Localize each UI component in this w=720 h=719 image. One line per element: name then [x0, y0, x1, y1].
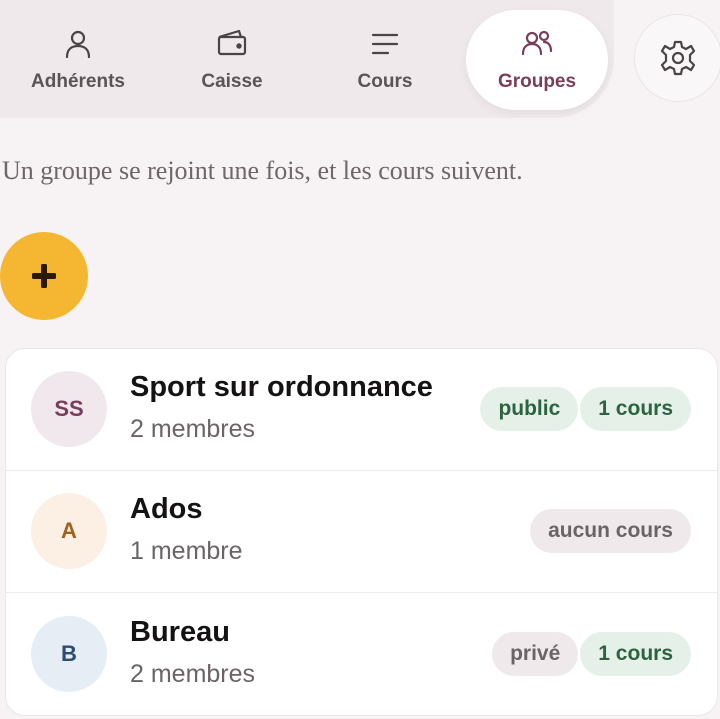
tab-caisse[interactable]: Caisse — [157, 10, 307, 110]
group-name: Bureau — [130, 616, 230, 648]
group-row[interactable]: B Bureau 2 membres privé 1 cours — [6, 594, 717, 715]
group-badges: public 1 cours — [480, 387, 691, 431]
group-name: Sport sur ordonnance — [130, 371, 433, 403]
courses-badge: 1 cours — [580, 632, 691, 676]
tab-label: Cours — [357, 71, 413, 92]
visibility-badge: public — [480, 387, 579, 431]
group-avatar: A — [31, 493, 107, 569]
groups-list: SS Sport sur ordonnance 2 membres public… — [5, 348, 718, 716]
group-row[interactable]: SS Sport sur ordonnance 2 membres public… — [6, 349, 717, 471]
group-avatar: SS — [31, 371, 107, 447]
courses-badge: aucun cours — [530, 509, 691, 553]
page-intro: Un groupe se rejoint une fois, et les co… — [2, 156, 523, 185]
users-icon — [521, 30, 553, 56]
group-badges: privé 1 cours — [492, 632, 691, 676]
group-members-count: 2 membres — [130, 660, 256, 688]
tab-adherents[interactable]: Adhérents — [3, 10, 153, 110]
visibility-badge: privé — [492, 632, 579, 676]
tab-label: Caisse — [201, 71, 263, 92]
tab-label: Groupes — [497, 71, 577, 92]
group-badges: aucun cours — [530, 509, 691, 553]
group-name: Ados — [130, 493, 203, 525]
plus-icon — [32, 264, 56, 288]
group-row[interactable]: A Ados 1 membre aucun cours — [6, 471, 717, 593]
user-icon — [65, 30, 91, 59]
tab-cours[interactable]: Cours — [310, 10, 460, 110]
settings-button[interactable] — [634, 14, 720, 102]
group-members-count: 1 membre — [130, 537, 243, 565]
tab-groupes[interactable]: Groupes — [466, 10, 608, 110]
wallet-icon — [217, 29, 247, 56]
tab-label: Adhérents — [31, 71, 125, 92]
gear-icon — [660, 40, 696, 76]
courses-badge: 1 cours — [580, 387, 691, 431]
group-members-count: 2 membres — [130, 415, 256, 443]
top-navigation: Adhérents Caisse Cours Groupes — [0, 0, 614, 118]
add-group-button[interactable] — [0, 232, 88, 320]
menu-lines-icon — [371, 33, 399, 55]
group-avatar: B — [31, 616, 107, 692]
